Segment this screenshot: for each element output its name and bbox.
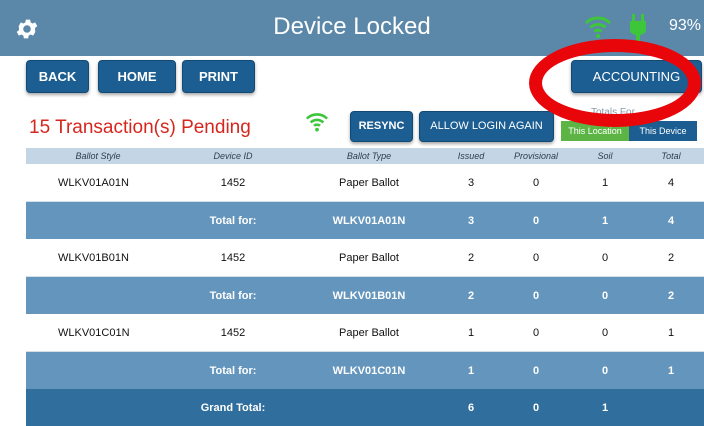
table-cell: Grand Total: (170, 389, 296, 426)
table-cell: WLKV01A01N (26, 164, 170, 202)
home-button[interactable]: HOME (98, 60, 176, 93)
table-cell: WLKV01B01N (296, 276, 442, 314)
table-row: WLKV01B01N 1452 Paper Ballot 2 0 0 2 (26, 239, 704, 277)
table-cell (296, 389, 442, 426)
table-cell: 1452 (170, 314, 296, 352)
table-cell: 1 (638, 314, 704, 352)
table-cell: 0 (500, 314, 572, 352)
table-cell: 0 (572, 351, 638, 389)
column-header: Device ID (170, 148, 296, 164)
wifi-icon (305, 113, 329, 132)
resync-button[interactable]: RESYNC (350, 111, 413, 142)
table-header-row: Ballot Style Device ID Ballot Type Issue… (26, 148, 704, 164)
column-header: Ballot Type (296, 148, 442, 164)
table-cell: 4 (638, 201, 704, 239)
table-cell: 1 (442, 351, 500, 389)
print-label: PRINT (199, 69, 238, 84)
table-cell: 0 (500, 351, 572, 389)
pending-transactions-text: 15 Transaction(s) Pending (29, 117, 251, 138)
table-cell: 6 (442, 389, 500, 426)
table-cell: Paper Ballot (296, 314, 442, 352)
table-cell: Total for: (170, 351, 296, 389)
plug-icon (630, 14, 646, 41)
back-button[interactable]: BACK (26, 60, 89, 93)
table-cell: 1 (638, 351, 704, 389)
table-cell: 2 (442, 276, 500, 314)
home-label: HOME (117, 69, 157, 84)
subtotal-row: Total for: WLKV01A01N 3 0 1 4 (26, 201, 704, 239)
table-cell (638, 389, 704, 426)
ballot-table: Ballot Style Device ID Ballot Type Issue… (26, 148, 704, 426)
table-cell (26, 276, 170, 314)
column-header: Total (638, 148, 704, 164)
table-cell: 0 (572, 314, 638, 352)
print-button[interactable]: PRINT (182, 60, 255, 93)
battery-level: 93% (669, 17, 702, 34)
table-cell: WLKV01C01N (296, 351, 442, 389)
table-cell: 1 (572, 164, 638, 202)
table-cell: 0 (500, 201, 572, 239)
table-row: WLKV01C01N 1452 Paper Ballot 1 0 0 1 (26, 314, 704, 352)
table-cell: 0 (500, 276, 572, 314)
column-header: Soil (572, 148, 638, 164)
table-cell: 3 (442, 201, 500, 239)
column-header: Ballot Style (26, 148, 170, 164)
table-cell: Total for: (170, 276, 296, 314)
column-header: Issued (442, 148, 500, 164)
table-cell: 0 (572, 276, 638, 314)
table-row: WLKV01A01N 1452 Paper Ballot 3 0 1 4 (26, 164, 704, 202)
subtotal-row: Total for: WLKV01C01N 1 0 0 1 (26, 351, 704, 389)
grand-total-row: Grand Total: 6 0 1 (26, 389, 704, 426)
table-cell: Paper Ballot (296, 164, 442, 202)
table-body: WLKV01A01N 1452 Paper Ballot 3 0 1 4 Total for:… (26, 164, 704, 426)
column-header: Provisional (500, 148, 572, 164)
back-label: BACK (38, 69, 77, 84)
table-cell (26, 389, 170, 426)
table-cell: WLKV01C01N (26, 314, 170, 352)
table-cell: 2 (638, 276, 704, 314)
table-cell: 1 (572, 201, 638, 239)
table-cell: 1452 (170, 164, 296, 202)
table-cell: 4 (638, 164, 704, 202)
table-cell: 0 (500, 164, 572, 202)
table-cell: 0 (500, 389, 572, 426)
subtotal-row: Total for: WLKV01B01N 2 0 0 2 (26, 276, 704, 314)
table-cell: 1 (572, 389, 638, 426)
allow-login-again-button[interactable]: ALLOW LOGIN AGAIN (419, 111, 554, 142)
resync-label: RESYNC (358, 120, 405, 132)
table-cell: 3 (442, 164, 500, 202)
table-cell: 0 (500, 239, 572, 277)
table-cell: Paper Ballot (296, 239, 442, 277)
table-cell (26, 351, 170, 389)
table-cell: 1452 (170, 239, 296, 277)
table-cell: 2 (638, 239, 704, 277)
table-cell: 2 (442, 239, 500, 277)
table-cell: Total for: (170, 201, 296, 239)
table-cell: 0 (572, 239, 638, 277)
table-cell: WLKV01A01N (296, 201, 442, 239)
table-cell (26, 201, 170, 239)
wifi-icon (584, 16, 612, 39)
table-cell: WLKV01B01N (26, 239, 170, 277)
table-cell: 1 (442, 314, 500, 352)
red-highlight-ellipse (529, 39, 701, 127)
allow-login-again-label: ALLOW LOGIN AGAIN (430, 120, 543, 132)
